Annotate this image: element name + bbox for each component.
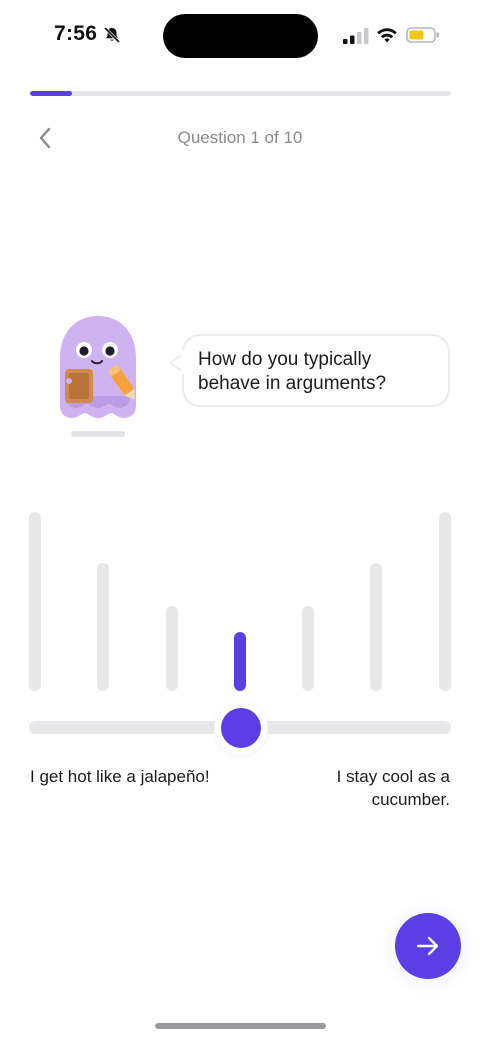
cellular-signal-icon xyxy=(343,28,369,44)
scale-option-2[interactable] xyxy=(97,563,109,691)
home-indicator xyxy=(155,1023,326,1029)
bubble-tail-cover xyxy=(181,351,185,374)
scale-option-6[interactable] xyxy=(370,563,382,691)
mascot-shadow xyxy=(71,431,125,437)
status-time: 7:56 xyxy=(54,22,98,45)
scale-option-1[interactable] xyxy=(29,512,41,691)
status-bar: 7:56 xyxy=(0,0,480,72)
next-button[interactable] xyxy=(395,913,461,979)
purple-ghost-notepad-icon xyxy=(60,316,136,418)
question-counter: Question 1 of 10 xyxy=(177,128,303,147)
battery-low-icon xyxy=(406,27,439,43)
scale-left-label: I get hot like a jalapeño! xyxy=(30,767,210,786)
scale-option-7[interactable] xyxy=(439,512,451,691)
scale-option-3[interactable] xyxy=(166,606,178,691)
arrow-right-icon xyxy=(416,936,439,956)
question-text: How do you typically behave in arguments… xyxy=(198,349,387,394)
scale-option-4[interactable] xyxy=(234,632,246,691)
bell-muted-icon xyxy=(103,26,121,44)
progress-bar xyxy=(30,91,451,96)
question-bubble: How do you typically behave in arguments… xyxy=(182,334,450,407)
dynamic-island xyxy=(163,14,318,58)
wifi-icon xyxy=(377,28,397,43)
slider-thumb[interactable] xyxy=(221,708,261,748)
progress-fill xyxy=(30,91,73,96)
scale-right-label: I stay cool as a cucumber. xyxy=(336,767,450,809)
scale-option-5[interactable] xyxy=(302,606,314,691)
